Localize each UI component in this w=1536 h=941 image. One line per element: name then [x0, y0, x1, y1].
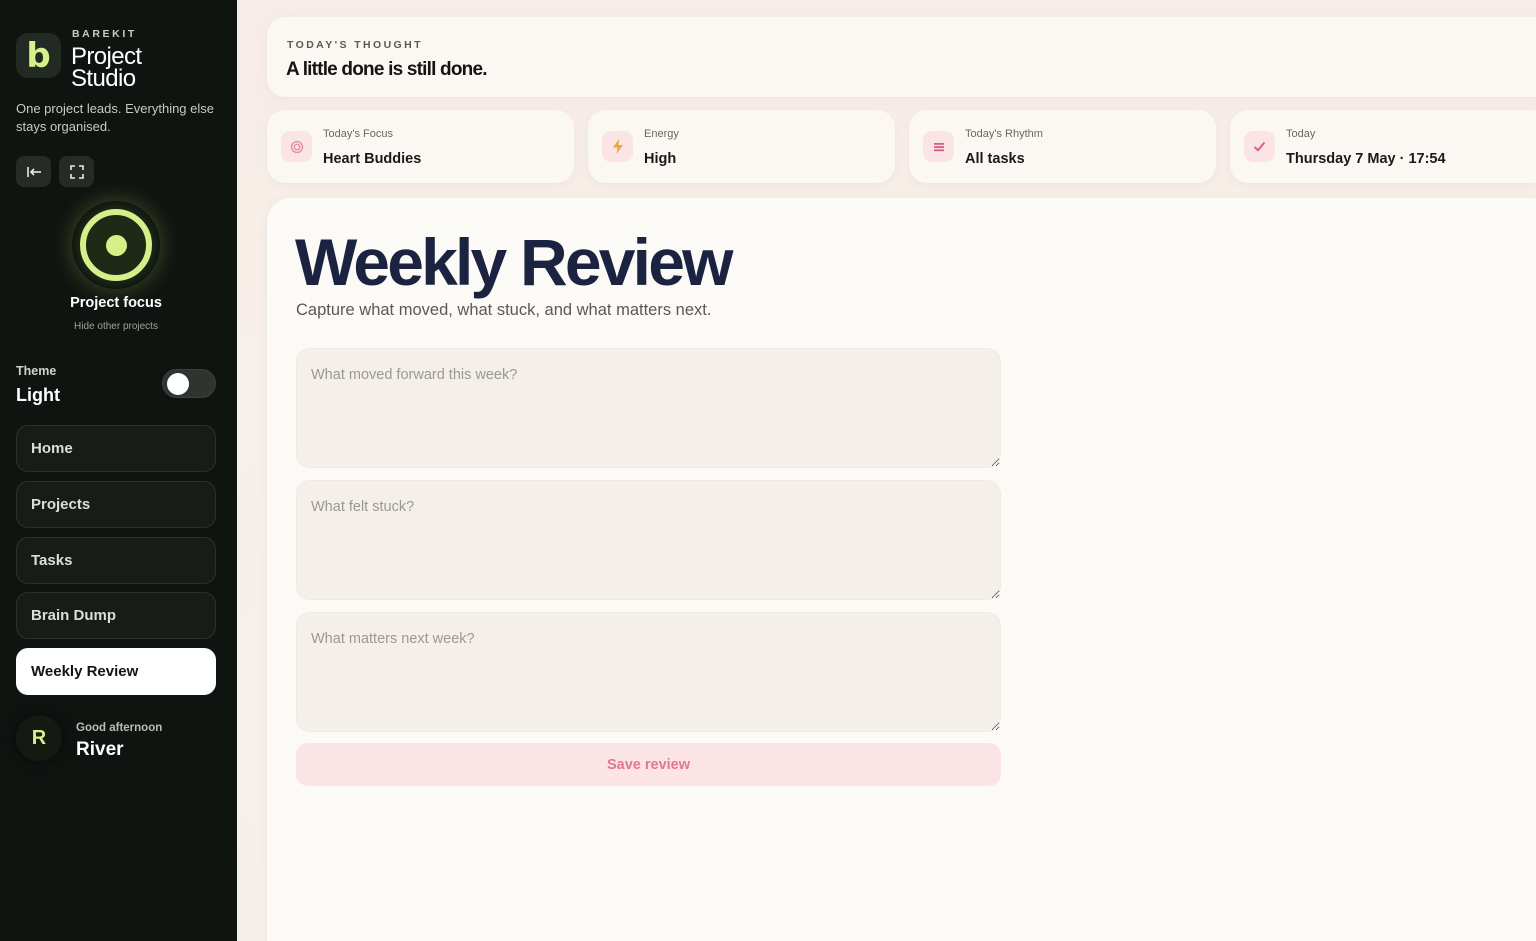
collapse-sidebar-button[interactable] [16, 156, 51, 187]
stat-value: Heart Buddies [323, 151, 422, 167]
nav-item-projects[interactable]: Projects [16, 481, 216, 528]
app-window: b BAREKIT Project Studio One project lea… [0, 0, 1536, 941]
stat-card-today: Today Thursday 7 May · 17:54 [1230, 110, 1536, 183]
thought-text: A little done is still done. [286, 59, 488, 80]
stat-label: Energy [644, 128, 679, 140]
theme-value: Light [16, 385, 60, 405]
save-review-button[interactable]: Save review [296, 743, 1001, 786]
avatar[interactable]: R [16, 715, 62, 761]
weekly-review-panel: Weekly Review Capture what moved, what s… [267, 198, 1536, 941]
collapse-sidebar-icon [26, 166, 41, 177]
checkmark-icon [1244, 131, 1275, 162]
stat-label: Today [1286, 128, 1316, 140]
theme-label: Theme [16, 364, 57, 378]
fullscreen-icon [69, 164, 84, 179]
stat-label: Today's Rhythm [965, 128, 1043, 140]
thought-kicker: TODAY'S THOUGHT [287, 39, 423, 51]
list-icon [923, 131, 954, 162]
page-subtitle: Capture what moved, what stuck, and what… [296, 301, 712, 319]
moved-forward-field[interactable] [296, 348, 1001, 468]
brand-kicker: BAREKIT [72, 28, 137, 40]
matters-next-field[interactable] [296, 612, 1001, 732]
greeting: Good afternoon [76, 722, 163, 734]
project-focus-hint: Hide other projects [74, 321, 158, 332]
nav-item-brain-dump[interactable]: Brain Dump [16, 592, 216, 639]
stat-card-energy: Energy High [588, 110, 895, 183]
stat-value: High [644, 151, 677, 167]
stat-card-focus: Today's Focus Heart Buddies [267, 110, 574, 183]
stat-value: Thursday 7 May · 17:54 [1286, 151, 1446, 167]
user-name: River [76, 739, 124, 760]
fullscreen-button[interactable] [59, 156, 94, 187]
todays-thought-card: TODAY'S THOUGHT A little done is still d… [267, 17, 1536, 97]
target-icon [281, 131, 312, 162]
main-content: TODAY'S THOUGHT A little done is still d… [237, 0, 1536, 941]
brand-title: Project Studio [71, 43, 142, 92]
project-focus-button[interactable] [72, 201, 160, 289]
theme-toggle[interactable] [162, 369, 216, 398]
nav-item-weekly-review[interactable]: Weekly Review [16, 648, 216, 695]
toggle-knob [167, 373, 189, 395]
stat-label: Today's Focus [323, 128, 393, 140]
page-title: Weekly Review [295, 225, 733, 299]
stat-value: All tasks [965, 151, 1025, 167]
brand-subtitle: One project leads. Everything else stays… [16, 101, 214, 134]
project-focus-label: Project focus [70, 295, 162, 311]
nav-item-tasks[interactable]: Tasks [16, 537, 216, 584]
focus-target-dot [105, 234, 127, 256]
focus-target-icon [80, 209, 152, 281]
felt-stuck-field[interactable] [296, 480, 1001, 600]
sidebar: b BAREKIT Project Studio One project lea… [0, 0, 237, 941]
brand-logo: b [16, 33, 61, 78]
nav-item-home[interactable]: Home [16, 425, 216, 472]
stat-card-rhythm: Today's Rhythm All tasks [909, 110, 1216, 183]
lightning-icon [602, 131, 633, 162]
